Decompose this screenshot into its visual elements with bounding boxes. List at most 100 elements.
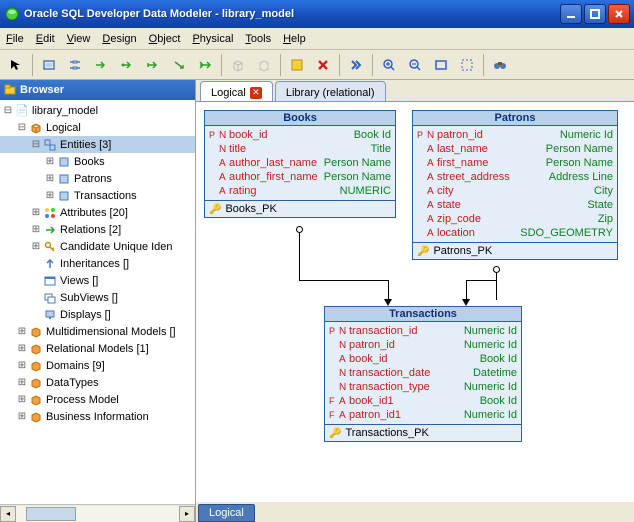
toolbar-arrow-1[interactable] bbox=[89, 53, 113, 77]
tree-process[interactable]: ⊞Process Model bbox=[0, 391, 195, 408]
toolbar-delete-icon[interactable] bbox=[311, 53, 335, 77]
tree-relational[interactable]: ⊞Relational Models [1] bbox=[0, 340, 195, 357]
tree-entities[interactable]: ⊟Entities [3] bbox=[0, 136, 195, 153]
tree-attributes[interactable]: ⊞Attributes [20] bbox=[0, 204, 195, 221]
attr-row: A zip_codeZip bbox=[417, 212, 613, 226]
tree-business[interactable]: ⊞Business Information bbox=[0, 408, 195, 425]
subviews-icon bbox=[42, 292, 58, 304]
displays-icon bbox=[42, 309, 58, 321]
close-button[interactable] bbox=[608, 4, 630, 24]
fit-screen-icon[interactable] bbox=[429, 53, 453, 77]
entity-title: Patrons bbox=[413, 111, 617, 126]
menu-help[interactable]: Help bbox=[283, 33, 306, 45]
attr-row: A book_idBook Id bbox=[329, 352, 517, 366]
diagram-canvas[interactable]: Books PN book_idBook IdN titleTitleA aut… bbox=[196, 102, 634, 502]
entity-title: Books bbox=[205, 111, 395, 126]
entities-icon bbox=[42, 139, 58, 151]
diagram-area: Logical ✕ Library (relational) Books PN … bbox=[196, 80, 634, 522]
tab-relational[interactable]: Library (relational) bbox=[275, 81, 386, 101]
connector-line bbox=[496, 272, 497, 300]
attr-row: N transaction_dateDatetime bbox=[329, 366, 517, 380]
cube-icon bbox=[28, 360, 44, 372]
browser-tree[interactable]: ⊟📄library_model ⊟Logical ⊟Entities [3] ⊞… bbox=[0, 100, 195, 504]
tab-logical[interactable]: Logical ✕ bbox=[200, 81, 273, 101]
tree-datatypes[interactable]: ⊞DataTypes bbox=[0, 374, 195, 391]
entity-books[interactable]: Books PN book_idBook IdN titleTitleA aut… bbox=[204, 110, 396, 218]
tree-multidim[interactable]: ⊞Multidimensional Models [] bbox=[0, 323, 195, 340]
toolbar-cube-2[interactable] bbox=[252, 53, 276, 77]
attr-row: A ratingNUMERIC bbox=[209, 184, 391, 198]
tree-logical[interactable]: ⊟Logical bbox=[0, 119, 195, 136]
attr-row: PN patron_idNumeric Id bbox=[417, 128, 613, 142]
menu-design[interactable]: Design bbox=[102, 33, 136, 45]
attr-row: A last_namePerson Name bbox=[417, 142, 613, 156]
zoom-select-icon[interactable] bbox=[455, 53, 479, 77]
tree-inheritances[interactable]: Inheritances [] bbox=[0, 255, 195, 272]
scroll-right-arrow[interactable]: ▸ bbox=[179, 506, 195, 522]
app-logo-icon bbox=[4, 6, 20, 22]
connector-source-icon bbox=[296, 226, 303, 233]
connector-line bbox=[299, 280, 389, 281]
scroll-thumb[interactable] bbox=[26, 507, 76, 521]
tree-views[interactable]: Views [] bbox=[0, 272, 195, 289]
zoom-out-icon[interactable] bbox=[403, 53, 427, 77]
binoculars-icon[interactable] bbox=[488, 53, 512, 77]
bottom-tab-logical[interactable]: Logical bbox=[198, 504, 255, 522]
toolbar-cube-1[interactable] bbox=[226, 53, 250, 77]
attr-row: N transaction_typeNumeric Id bbox=[329, 380, 517, 394]
attr-row: N titleTitle bbox=[209, 142, 391, 156]
toolbar-arrow-3[interactable] bbox=[141, 53, 165, 77]
menu-view[interactable]: View bbox=[67, 33, 91, 45]
menu-file[interactable]: File bbox=[6, 33, 24, 45]
browser-title-icon bbox=[4, 84, 16, 96]
design-icon: 📄 bbox=[14, 104, 30, 117]
connector-line bbox=[299, 230, 300, 280]
tree-entity-transactions[interactable]: ⊞Transactions bbox=[0, 187, 195, 204]
cube-icon bbox=[28, 377, 44, 389]
menu-physical[interactable]: Physical bbox=[192, 33, 233, 45]
window-title: Oracle SQL Developer Data Modeler - libr… bbox=[24, 8, 560, 20]
cube-icon bbox=[28, 394, 44, 406]
entity-icon bbox=[56, 156, 72, 168]
tree-subviews[interactable]: SubViews [] bbox=[0, 289, 195, 306]
menu-edit[interactable]: Edit bbox=[36, 33, 55, 45]
key-icon: 🔑 bbox=[417, 246, 429, 257]
menu-tools[interactable]: Tools bbox=[245, 33, 271, 45]
attr-row: A author_last_namePerson Name bbox=[209, 156, 391, 170]
minimize-button[interactable] bbox=[560, 4, 582, 24]
tree-domains[interactable]: ⊞Domains [9] bbox=[0, 357, 195, 374]
key-icon: 🔑 bbox=[209, 204, 221, 215]
toolbar-skip-icon[interactable] bbox=[344, 53, 368, 77]
toolbar-icon-1[interactable] bbox=[37, 53, 61, 77]
tree-entity-patrons[interactable]: ⊞Patrons bbox=[0, 170, 195, 187]
tree-candidate-unique[interactable]: ⊞Candidate Unique Iden bbox=[0, 238, 195, 255]
zoom-in-icon[interactable] bbox=[377, 53, 401, 77]
toolbar-note-icon[interactable] bbox=[285, 53, 309, 77]
cube-icon bbox=[28, 343, 44, 355]
toolbar-arrow-2[interactable] bbox=[115, 53, 139, 77]
entity-transactions[interactable]: Transactions PN transaction_idNumeric Id… bbox=[324, 306, 522, 442]
cube-icon bbox=[28, 122, 44, 134]
entity-patrons[interactable]: Patrons PN patron_idNumeric IdA last_nam… bbox=[412, 110, 618, 260]
sidebar-hscroll[interactable]: ◂ ▸ bbox=[0, 504, 195, 522]
toolbar-icon-2[interactable] bbox=[63, 53, 87, 77]
entity-title: Transactions bbox=[325, 307, 521, 322]
menu-object[interactable]: Object bbox=[149, 33, 181, 45]
toolbar-arrow-4[interactable] bbox=[167, 53, 191, 77]
attr-row: FA book_id1Book Id bbox=[329, 394, 517, 408]
maximize-button[interactable] bbox=[584, 4, 606, 24]
tree-displays[interactable]: Displays [] bbox=[0, 306, 195, 323]
tree-entity-books[interactable]: ⊞Books bbox=[0, 153, 195, 170]
pointer-tool-icon[interactable] bbox=[4, 53, 28, 77]
tree-root[interactable]: ⊟📄library_model bbox=[0, 102, 195, 119]
diagram-tabs: Logical ✕ Library (relational) bbox=[196, 80, 634, 102]
connector-arrow-icon bbox=[384, 299, 392, 306]
cube-icon bbox=[28, 411, 44, 423]
tab-close-icon[interactable]: ✕ bbox=[250, 87, 262, 99]
attr-row: FA patron_id1Numeric Id bbox=[329, 408, 517, 422]
window-titlebar: Oracle SQL Developer Data Modeler - libr… bbox=[0, 0, 634, 28]
toolbar-arrow-5[interactable] bbox=[193, 53, 217, 77]
tree-relations[interactable]: ⊞Relations [2] bbox=[0, 221, 195, 238]
toolbar bbox=[0, 50, 634, 80]
scroll-left-arrow[interactable]: ◂ bbox=[0, 506, 16, 522]
